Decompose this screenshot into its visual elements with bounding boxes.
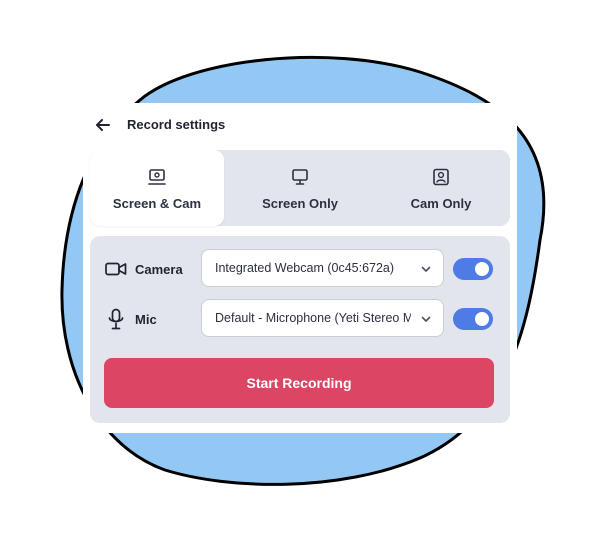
monitor-icon	[291, 166, 309, 188]
start-recording-button[interactable]: Start Recording	[104, 358, 494, 408]
tab-screen-and-cam[interactable]: Screen & Cam	[90, 150, 224, 226]
user-portrait-icon	[432, 166, 450, 188]
back-button[interactable]	[93, 115, 113, 135]
tab-label: Screen Only	[262, 195, 338, 211]
chevron-down-icon	[421, 316, 431, 322]
camera-label-group: Camera	[105, 249, 183, 289]
tab-cam-only[interactable]: Cam Only	[374, 150, 508, 226]
camera-toggle[interactable]	[453, 258, 493, 280]
tab-label: Cam Only	[410, 195, 472, 211]
mic-row: Mic Default - Microphone (Yeti Stereo Mi…	[90, 299, 510, 339]
mic-toggle[interactable]	[453, 308, 493, 330]
arrow-left-icon	[96, 119, 110, 131]
screen-cam-icon	[148, 166, 166, 188]
panel-header: Record settings	[83, 103, 517, 147]
camera-select[interactable]: Integrated Webcam (0c45:672a)	[201, 249, 444, 287]
tab-screen-only[interactable]: Screen Only	[233, 150, 367, 226]
tab-label: Screen & Cam	[112, 195, 202, 211]
toggle-knob	[475, 262, 489, 276]
video-camera-icon	[105, 262, 127, 276]
camera-selected-value: Integrated Webcam (0c45:672a)	[215, 261, 395, 275]
record-settings-panel: Record settings Screen & Cam Screen Only	[83, 103, 517, 433]
microphone-icon	[108, 308, 124, 330]
page-title: Record settings	[127, 117, 226, 132]
camera-row: Camera Integrated Webcam (0c45:672a)	[90, 249, 510, 289]
mic-label-group: Mic	[105, 299, 157, 339]
device-settings: Camera Integrated Webcam (0c45:672a) Mic	[90, 236, 510, 423]
mic-selected-value: Default - Microphone (Yeti Stereo Microp…	[215, 311, 411, 325]
mic-label: Mic	[135, 311, 157, 327]
mic-select[interactable]: Default - Microphone (Yeti Stereo Microp…	[201, 299, 444, 337]
camera-label: Camera	[135, 261, 183, 277]
toggle-knob	[475, 312, 489, 326]
mode-tabs: Screen & Cam Screen Only Cam Only	[90, 150, 510, 226]
chevron-down-icon	[421, 266, 431, 272]
